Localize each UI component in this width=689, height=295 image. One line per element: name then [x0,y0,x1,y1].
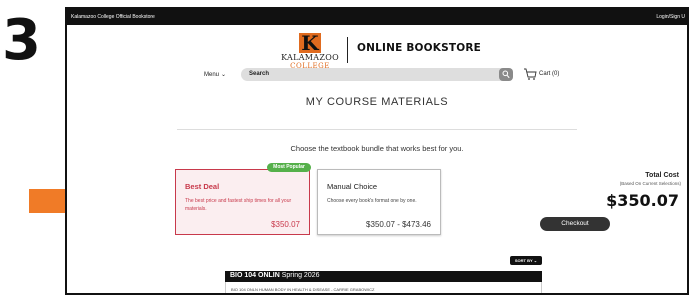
checkout-button[interactable]: Checkout [540,217,610,231]
best-deal-desc: The best price and fastest ship times fo… [185,198,292,212]
logo-name: KALAMAZOO [281,53,339,62]
cart-label: Cart (0) [539,71,560,77]
logo-mark: K [299,33,321,53]
best-deal-card[interactable]: Best Deal The best price and fastest shi… [175,169,310,235]
course-term: Spring 2026 [281,272,320,279]
divider [177,129,577,130]
course-code: BIO 104 ONLIN [230,272,280,279]
course-detail-row: BIO 104 ONLN HUMAN BODY IN HEALTH & DISE… [225,282,542,293]
top-bar: Kalamazoo College Official Bookstore Log… [67,9,687,25]
manual-choice-card[interactable]: Manual Choice Choose every book's format… [317,169,441,235]
chevron-down-icon: ⌄ [221,72,227,78]
best-deal-title: Best Deal [185,182,220,191]
step-number: 3 [2,8,41,73]
logo-divider [347,37,348,63]
bundle-prompt: Choose the textbook bundle that works be… [290,144,464,153]
menu-button[interactable]: Menu ⌄ [204,71,226,78]
manual-choice-title: Manual Choice [327,182,378,191]
browser-screenshot: Kalamazoo College Official Bookstore Log… [65,7,689,295]
store-name: Kalamazoo College Official Bookstore [71,14,155,20]
menu-label: Menu [204,72,220,78]
page-title: MY COURSE MATERIALS [305,96,449,108]
cart-button[interactable]: Cart (0) [523,67,573,81]
course-header: BIO 104 ONLIN Spring 2026 [225,271,542,282]
total-cost-note: (Based On Current Selections) [619,181,681,186]
search-icon [502,70,510,79]
total-cost-label: Total Cost [645,172,679,179]
cart-icon [524,68,537,80]
total-cost-amount: $350.07 [606,191,679,210]
login-link[interactable]: Login/Sign U [656,14,685,20]
search-input[interactable]: Search [241,68,513,81]
best-deal-price: $350.07 [271,220,300,229]
store-title: ONLINE BOOKSTORE [357,42,482,54]
college-logo[interactable]: K KALAMAZOO COLLEGE [279,33,341,71]
manual-choice-desc: Choose every book's format one by one. [327,198,417,204]
most-popular-badge: Most Popular [267,163,311,172]
manual-choice-price: $350.07 - $473.46 [366,220,431,229]
chevron-down-icon: ⌄ [533,258,538,263]
sort-by-label: SORT BY [514,258,533,263]
sort-by-button[interactable]: SORT BY ⌄ [510,256,542,265]
search-button[interactable] [499,68,513,81]
